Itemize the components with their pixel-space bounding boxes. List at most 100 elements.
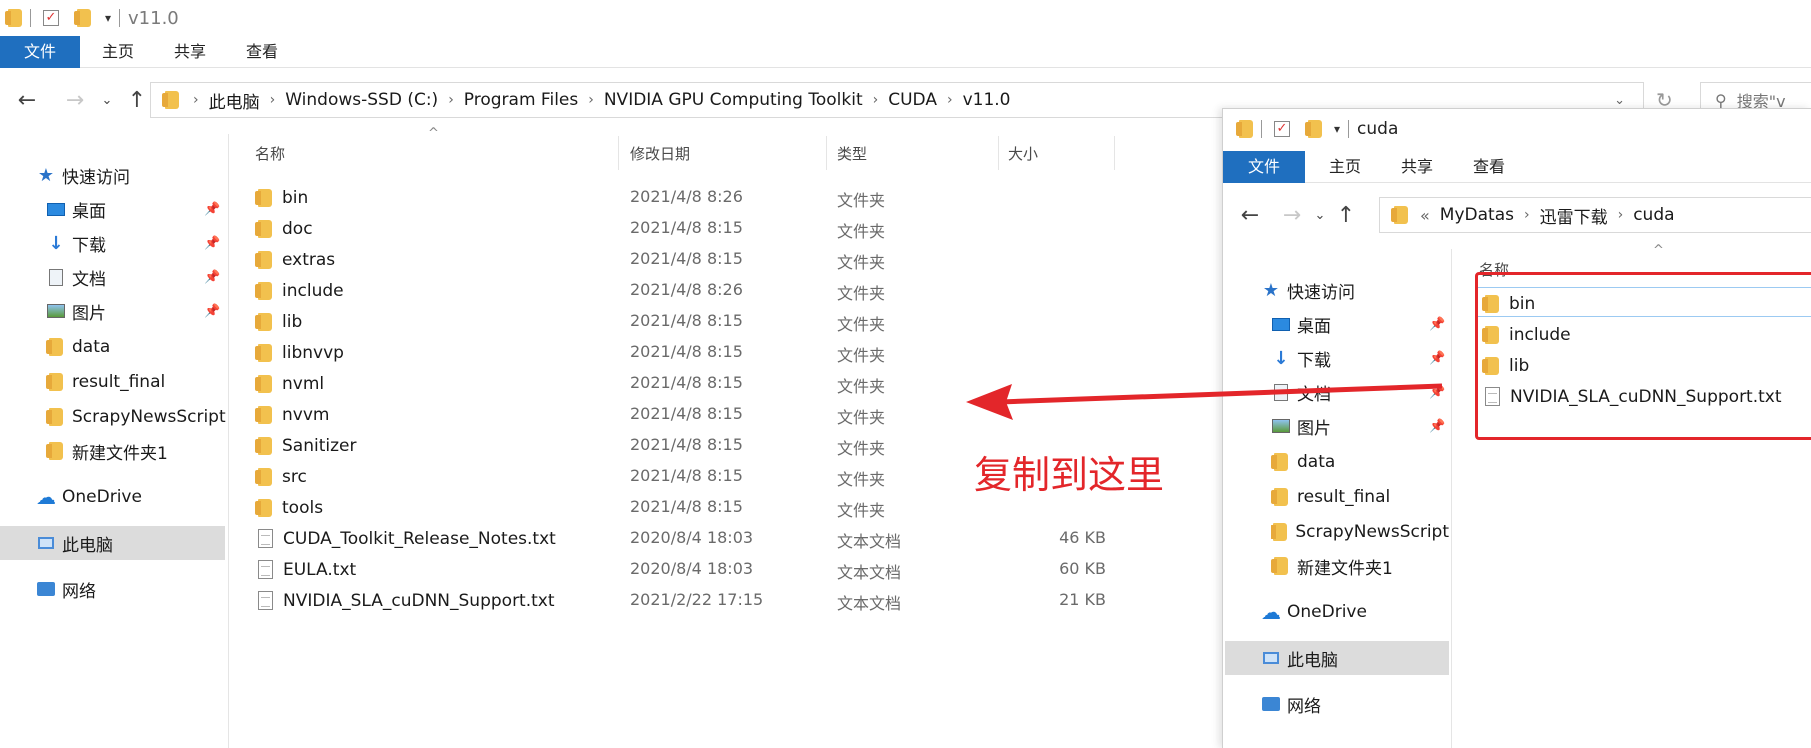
nav-documents[interactable]: 文档 [46,262,106,292]
tab-file[interactable]: 文件 [1223,150,1305,183]
folder-icon [255,343,272,362]
divider [119,9,121,27]
forward-arrow-icon[interactable]: → [62,88,88,113]
nav-this-pc[interactable]: 此电脑 [1261,643,1338,673]
nav-label: 文档 [72,269,106,290]
nav-folder-data[interactable]: data [1271,447,1335,477]
breadcrumb-cuda[interactable]: CUDA [888,90,937,110]
customize-dropdown-icon[interactable]: ▾ [105,11,111,25]
breadcrumb-v11[interactable]: v11.0 [963,90,1011,110]
nav-quick-access[interactable]: ★ 快速访问 [36,160,130,190]
pin-icon: 📌 [204,202,221,217]
breadcrumb-nvidia-toolkit[interactable]: NVIDIA GPU Computing Toolkit [604,90,863,110]
nav-network[interactable]: 网络 [1261,689,1321,719]
nav-label: 新建文件夹1 [1297,558,1393,579]
properties-checkbox-icon[interactable]: ✓ [1274,121,1290,137]
nav-onedrive[interactable]: ☁ OneDrive [36,482,142,512]
nav-folder-new[interactable]: 新建文件夹1 [46,436,168,466]
file-name: src [282,466,307,487]
tab-home[interactable]: 主页 [1309,151,1381,183]
breadcrumb-chevron-icon[interactable]: › [270,92,276,108]
divider [1261,120,1262,138]
column-name[interactable]: 名称 [255,143,285,164]
file-name: tools [282,497,324,518]
breadcrumb-drive[interactable]: Windows-SSD (C:) [285,90,438,110]
breadcrumb-cuda[interactable]: cuda [1633,205,1674,225]
breadcrumb-xunlei[interactable]: 迅雷下载 [1540,203,1608,228]
breadcrumb-chevron-icon[interactable]: › [947,92,953,108]
documents-icon [1271,383,1291,401]
column-type[interactable]: 类型 [837,143,867,164]
file-type: 文件夹 [837,377,886,396]
nav-folder-result-final[interactable]: result_final [46,367,165,397]
tab-view[interactable]: 查看 [1453,151,1525,183]
breadcrumb-this-pc[interactable]: 此电脑 [209,88,260,113]
column-size[interactable]: 大小 [1008,143,1038,164]
tab-share[interactable]: 共享 [1381,151,1453,183]
column-divider [826,136,827,170]
file-type: 文件夹 [837,346,886,365]
tab-file[interactable]: 文件 [0,35,80,68]
desktop-icon [46,202,66,216]
nav-network[interactable]: 网络 [36,574,96,604]
address-bar[interactable]: « MyDatas › 迅雷下载 › cuda [1379,197,1811,233]
file-type: 文本文档 [837,594,902,613]
breadcrumb-chevron-icon[interactable]: › [1618,207,1624,223]
nav-folder-scrapy[interactable]: ScrapyNewsScript [1271,517,1449,547]
tab-home[interactable]: 主页 [82,36,154,68]
back-arrow-icon[interactable]: ← [14,88,40,113]
annotation-label: 复制到这里 [974,453,1165,497]
up-arrow-icon[interactable]: ↑ [124,88,150,113]
breadcrumb-chevron-icon[interactable]: › [588,92,594,108]
nav-label: data [72,337,111,357]
nav-folder-data[interactable]: data [46,332,110,362]
nav-desktop[interactable]: 桌面 [46,194,106,224]
breadcrumb-program-files[interactable]: Program Files [464,90,578,110]
column-date[interactable]: 修改日期 [630,143,690,164]
ribbon-tabs: 文件 主页 共享 查看 [0,35,1811,68]
address-dropdown-icon[interactable]: ⌄ [1614,93,1625,108]
nav-onedrive[interactable]: ☁ OneDrive [1261,597,1367,627]
file-name: nvml [282,373,325,394]
new-folder-icon[interactable] [1305,120,1322,138]
nav-documents[interactable]: 文档 [1271,377,1331,407]
nav-desktop[interactable]: 桌面 [1271,309,1331,339]
file-type: 文件夹 [837,284,886,303]
file-type: 文件夹 [837,315,886,334]
nav-folder-new[interactable]: 新建文件夹1 [1271,551,1393,581]
up-arrow-icon[interactable]: ↑ [1333,203,1359,228]
recent-locations-chevron-icon[interactable]: ⌄ [94,93,120,108]
breadcrumb-chevron-icon[interactable]: › [873,92,879,108]
nav-quick-access[interactable]: ★ 快速访问 [1261,275,1355,305]
nav-folder-result-final[interactable]: result_final [1271,482,1390,512]
nav-folder-scrapy[interactable]: ScrapyNewsScript [46,402,226,432]
tab-share[interactable]: 共享 [154,36,226,68]
pictures-icon [1271,419,1291,433]
nav-downloads[interactable]: ↓ 下载 [46,228,106,258]
folder-icon [255,436,272,455]
file-type: 文件夹 [837,439,886,458]
new-folder-icon[interactable] [74,9,91,27]
properties-checkbox-icon[interactable]: ✓ [43,10,59,26]
customize-dropdown-icon[interactable]: ▾ [1334,122,1340,136]
tab-view[interactable]: 查看 [226,36,298,68]
computer-icon [1261,652,1281,664]
nav-downloads[interactable]: ↓ 下载 [1271,343,1331,373]
nav-pictures[interactable]: 图片 [1271,411,1331,441]
breadcrumb-mydatas[interactable]: MyDatas [1440,205,1514,225]
nav-label: 网络 [62,581,96,602]
breadcrumb-chevron-icon[interactable]: › [448,92,454,108]
nav-this-pc[interactable]: 此电脑 [36,528,113,558]
nav-pictures[interactable]: 图片 [46,296,106,326]
breadcrumb-chevron-icon[interactable]: › [193,92,199,108]
back-arrow-icon[interactable]: ← [1237,203,1263,228]
folder-icon [255,312,272,331]
star-icon: ★ [37,164,55,186]
file-date: 2021/4/8 8:26 [630,280,743,299]
breadcrumb-chevron-icon[interactable]: › [1524,207,1530,223]
recent-locations-chevron-icon[interactable]: ⌄ [1307,208,1333,223]
breadcrumb-overflow[interactable]: « [1420,206,1430,225]
forward-arrow-icon[interactable]: → [1279,203,1305,228]
folder-icon [1271,557,1291,575]
documents-icon [46,268,66,286]
